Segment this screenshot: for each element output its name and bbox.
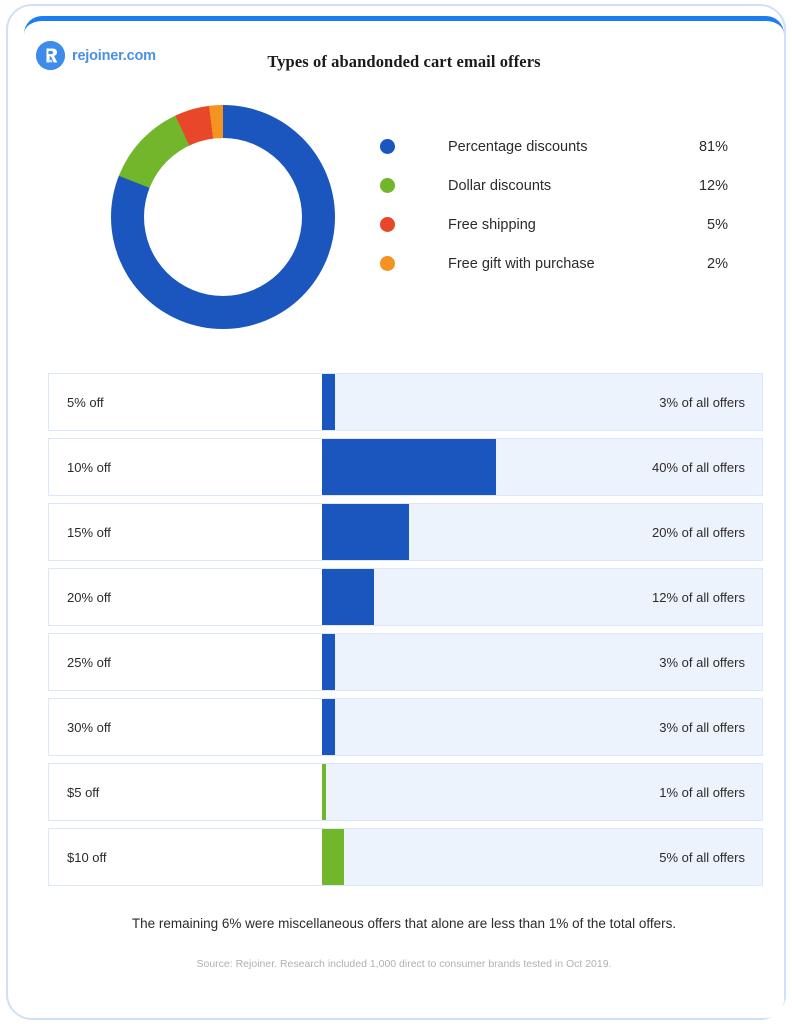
legend-value: 5%: [707, 216, 728, 233]
bar-fill: [322, 374, 336, 430]
bar-row-label: $10 off: [49, 829, 322, 885]
bar-row-value: 5% of all offers: [659, 849, 745, 865]
bar-fill: [322, 439, 496, 495]
bar-row: 5% off 3% of all offers: [48, 373, 763, 431]
header: rejoiner.com Types of abandonded cart em…: [24, 21, 784, 99]
legend-label: Free gift with purchase: [448, 255, 595, 272]
legend-row: Free gift with purchase 2%: [380, 244, 728, 283]
donut-center-hole: [144, 138, 302, 296]
legend-row: Percentage discounts 81%: [380, 127, 728, 166]
offer-bar-list: 5% off 3% of all offers 10% off 40% of all …: [48, 373, 763, 893]
bar-row: 10% off 40% of all offers: [48, 438, 763, 496]
bar-row-value: 1% of all offers: [659, 784, 745, 800]
bar-fill: [322, 764, 327, 820]
bar-fill: [322, 569, 375, 625]
legend-color-dot-icon: [380, 139, 395, 154]
donut-chart-section: Percentage discounts 81% Dollar discounts 1…: [24, 99, 784, 361]
legend-value: 2%: [707, 255, 728, 272]
legend-value: 12%: [698, 177, 728, 194]
bar-row: 15% off 20% of all offers: [48, 503, 763, 561]
legend-color-dot-icon: [380, 217, 395, 232]
bar-row-label: 20% off: [49, 569, 322, 625]
donut-legend: Percentage discounts 81% Dollar discounts 1…: [380, 127, 728, 283]
infographic-card: rejoiner.com Types of abandonded cart em…: [24, 16, 784, 1018]
bar-fill: [322, 699, 336, 755]
bar-row-value: 40% of all offers: [652, 459, 745, 475]
bar-row-value: 3% of all offers: [659, 719, 745, 735]
footer-note: The remaining 6% were miscellaneous offe…: [131, 916, 677, 931]
bar-row-label: $5 off: [49, 764, 322, 820]
legend-color-dot-icon: [380, 178, 395, 193]
bar-row-label: 15% off: [49, 504, 322, 560]
bar-row: 20% off 12% of all offers: [48, 568, 763, 626]
bar-row-label: 10% off: [49, 439, 322, 495]
legend-value: 81%: [698, 138, 728, 155]
legend-row: Free shipping 5%: [380, 205, 728, 244]
legend-color-dot-icon: [380, 256, 395, 271]
bar-row: 30% off 3% of all offers: [48, 698, 763, 756]
bar-row-value: 3% of all offers: [659, 654, 745, 670]
page-title: Types of abandonded cart email offers: [267, 52, 541, 71]
legend-label: Dollar discounts: [448, 177, 552, 194]
bar-row-value: 3% of all offers: [659, 394, 745, 410]
donut-chart: [111, 105, 335, 329]
legend-label: Percentage discounts: [448, 138, 588, 155]
bar-row: 25% off 3% of all offers: [48, 633, 763, 691]
legend-row: Dollar discounts 12%: [380, 166, 728, 205]
page-outer-frame: rejoiner.com Types of abandonded cart em…: [6, 4, 786, 1020]
bar-row-value: 20% of all offers: [652, 524, 745, 540]
bar-fill: [322, 634, 336, 690]
bar-row-label: 5% off: [49, 374, 322, 430]
bar-fill: [322, 829, 344, 885]
bar-row-value: 12% of all offers: [652, 589, 745, 605]
bar-row: $10 off 5% of all offers: [48, 828, 763, 886]
bar-row-label: 30% off: [49, 699, 322, 755]
bar-row: $5 off 1% of all offers: [48, 763, 763, 821]
bar-fill: [322, 504, 409, 560]
bar-row-label: 25% off: [49, 634, 322, 690]
footer: The remaining 6% were miscellaneous offe…: [24, 916, 784, 970]
legend-label: Free shipping: [448, 216, 536, 233]
footer-source: Source: Rejoiner. Research included 1,00…: [196, 958, 612, 970]
